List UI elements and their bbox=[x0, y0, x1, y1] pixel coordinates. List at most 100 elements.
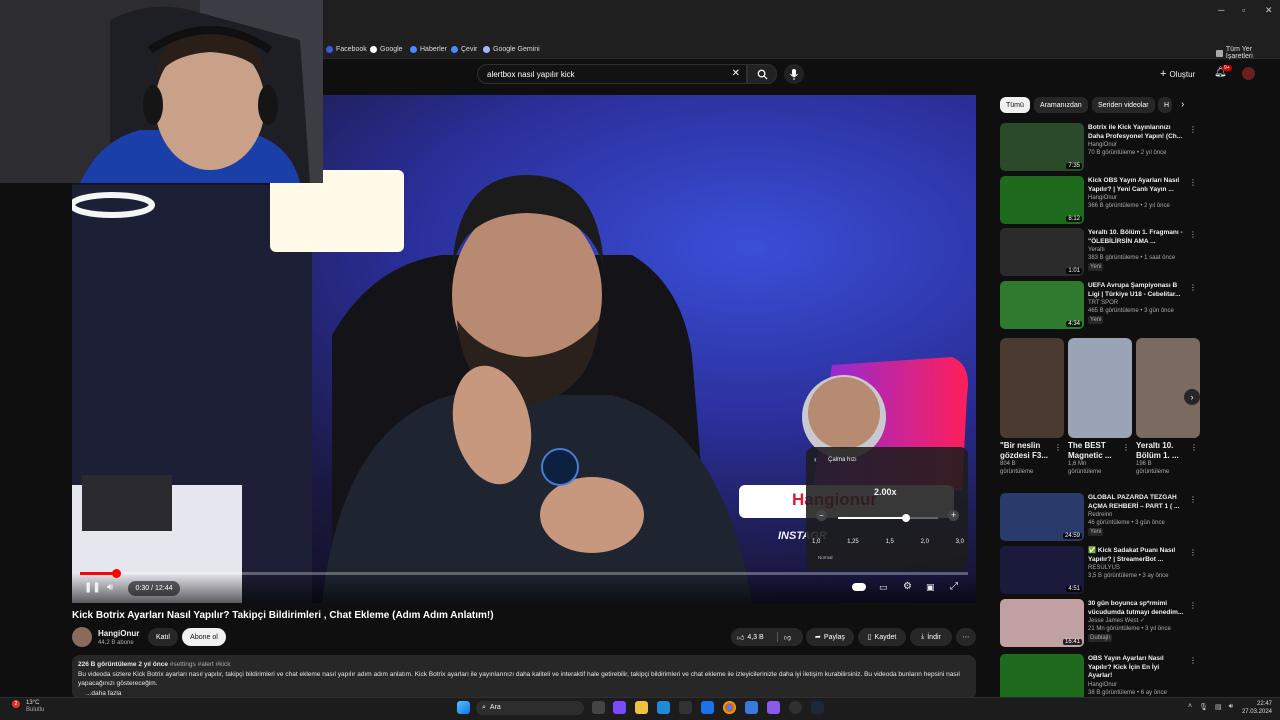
video-item-title[interactable]: Yeraltı 10. Bölüm 1. Fragmanı - "ÖLEBİLİ… bbox=[1088, 229, 1184, 246]
video-menu-icon[interactable]: ⋮ bbox=[1189, 125, 1197, 134]
short-title[interactable]: The BEST Magnetic ... bbox=[1068, 441, 1128, 460]
video-item-channel[interactable]: TRT SPOR bbox=[1088, 299, 1184, 307]
all-bookmarks[interactable]: Tüm Yer İşaretleri bbox=[1216, 46, 1280, 60]
video-thumbnail[interactable]: 4:34 bbox=[1000, 281, 1084, 329]
chips-next-chevron-icon[interactable]: › bbox=[1181, 99, 1184, 110]
chip-all[interactable]: Tümü bbox=[1000, 97, 1030, 113]
avatar[interactable] bbox=[1242, 67, 1255, 80]
video-item-channel[interactable]: Yeraltı bbox=[1088, 246, 1184, 254]
subtitles-icon[interactable]: ▭ bbox=[879, 582, 888, 593]
store-icon[interactable] bbox=[679, 701, 692, 714]
video-thumbnail[interactable]: 24:59 bbox=[1000, 493, 1084, 541]
video-item-title[interactable]: Kick OBS Yayın Ayarları Nasıl Yapılır? |… bbox=[1088, 177, 1184, 194]
edge-icon[interactable] bbox=[657, 701, 670, 714]
save-button[interactable]: ▯ Kaydet bbox=[858, 628, 906, 646]
weather-widget[interactable]: 2 13°C Bulutlu bbox=[6, 700, 44, 714]
volume-tray-icon[interactable]: 🔊︎ bbox=[1229, 703, 1233, 711]
progress-scrubber[interactable] bbox=[111, 569, 121, 578]
pause-icon[interactable]: ❚❚ bbox=[84, 582, 101, 593]
speed-preset-2[interactable]: 2,0 bbox=[921, 539, 929, 545]
close-window-icon[interactable]: ✕ bbox=[1265, 5, 1273, 16]
search-input[interactable]: alertbox nasıl yapılır kick ✕ bbox=[477, 64, 747, 84]
chip-more[interactable]: H bbox=[1158, 97, 1172, 113]
video-item-channel[interactable]: RESULYUS bbox=[1088, 564, 1184, 572]
speed-preset-15[interactable]: 1,5 bbox=[886, 539, 894, 545]
video-menu-icon[interactable]: ⋮ bbox=[1189, 495, 1197, 504]
video-menu-icon[interactable]: ⋮ bbox=[1189, 230, 1197, 239]
like-button[interactable]: 👍︎ 4,3 B bbox=[737, 633, 764, 642]
video-item-title[interactable]: GLOBAL PAZARDA TEZGAH AÇMA REHBERİ – PAR… bbox=[1088, 494, 1184, 511]
video-item-channel[interactable]: Redreinn bbox=[1088, 511, 1184, 519]
chip-series[interactable]: Seriden videolar bbox=[1092, 97, 1155, 113]
fullscreen-icon[interactable]: ⤢ bbox=[950, 581, 958, 592]
speed-preset-3[interactable]: 3,0 bbox=[956, 539, 964, 545]
teams-icon[interactable] bbox=[613, 701, 626, 714]
video-menu-icon[interactable]: ⋮ bbox=[1189, 178, 1197, 187]
create-button[interactable]: + Oluştur bbox=[1160, 68, 1195, 80]
chrome-icon[interactable] bbox=[723, 701, 736, 714]
minimize-icon[interactable]: ─ bbox=[1218, 5, 1224, 15]
file-explorer-icon[interactable] bbox=[635, 701, 648, 714]
notifications-button[interactable]: 🔔︎ 9+ bbox=[1214, 65, 1232, 78]
bookmark-haberler[interactable]: Haberler bbox=[410, 46, 447, 53]
video-item-title[interactable]: 30 gün boyunca sp*rmimi vücudumda tutmay… bbox=[1088, 600, 1184, 617]
miniplayer-icon[interactable]: ▣ bbox=[926, 582, 935, 593]
video-item-title[interactable]: ✅ Kick Sadakat Puanı Nasıl Yapılır? | St… bbox=[1088, 547, 1184, 564]
chip-from-search[interactable]: Aramanızdan bbox=[1034, 97, 1088, 113]
video-thumbnail[interactable]: 8:12 bbox=[1000, 176, 1084, 224]
video-thumbnail[interactable] bbox=[1000, 654, 1084, 702]
obs-icon[interactable] bbox=[789, 701, 802, 714]
description-box[interactable]: 226 B görüntüleme 2 yıl önce #settings #… bbox=[72, 655, 976, 700]
video-thumbnail[interactable]: 4:51 bbox=[1000, 546, 1084, 594]
tray-chevron-icon[interactable]: ˄ bbox=[1188, 703, 1192, 711]
video-menu-icon[interactable]: ⋮ bbox=[1189, 656, 1197, 665]
video-item-channel[interactable]: HangiOnur bbox=[1088, 194, 1184, 202]
autoplay-toggle[interactable] bbox=[852, 583, 866, 591]
taskbar-search[interactable]: ⌕ Ara bbox=[476, 701, 584, 715]
clock[interactable]: 22:47 27.03.2024 bbox=[1238, 700, 1272, 716]
short-thumbnail[interactable] bbox=[1000, 338, 1064, 438]
channel-name[interactable]: HangiOnur bbox=[98, 629, 139, 638]
video-item-channel[interactable]: HangiOnur bbox=[1088, 141, 1184, 149]
join-button[interactable]: Katıl bbox=[148, 628, 178, 646]
short-menu-icon[interactable]: ⋮ bbox=[1122, 443, 1130, 452]
video-item-title[interactable]: OBS Yayın Ayarları Nasıl Yapılır? Kick İ… bbox=[1088, 655, 1184, 681]
video-item-title[interactable]: UEFA Avrupa Şampiyonası B Ligi | Türkiye… bbox=[1088, 282, 1184, 299]
discord-icon[interactable] bbox=[767, 701, 780, 714]
video-item-channel[interactable]: Jesse James West ✓ bbox=[1088, 617, 1184, 625]
app-icon[interactable] bbox=[745, 701, 758, 714]
share-button[interactable]: ➦ Paylaş bbox=[806, 628, 854, 646]
more-actions-button[interactable]: ⋯ bbox=[956, 628, 976, 646]
bookmark-cevir[interactable]: Çevir bbox=[451, 46, 477, 53]
speed-increase-button[interactable]: + bbox=[948, 510, 959, 521]
download-button[interactable]: ⤓ İndir bbox=[910, 628, 952, 646]
video-thumbnail[interactable]: 7:35 bbox=[1000, 123, 1084, 171]
video-thumbnail[interactable]: 1:01 bbox=[1000, 228, 1084, 276]
steam-icon[interactable] bbox=[811, 701, 824, 714]
bookmark-google[interactable]: Google bbox=[370, 46, 403, 53]
progress-bar[interactable] bbox=[80, 572, 968, 575]
video-item-channel[interactable]: HangiOnur bbox=[1088, 681, 1184, 689]
voice-search-button[interactable] bbox=[784, 64, 804, 84]
network-icon[interactable]: ▤ bbox=[1215, 703, 1222, 711]
short-thumbnail[interactable] bbox=[1068, 338, 1132, 438]
speed-decrease-button[interactable]: − bbox=[816, 510, 827, 521]
subscribe-button[interactable]: Abone ol bbox=[182, 628, 226, 646]
mic-tray-icon[interactable]: 🎙︎ bbox=[1199, 703, 1208, 711]
windows-start-icon[interactable] bbox=[457, 701, 470, 714]
volume-icon[interactable]: 🔊︎ bbox=[107, 582, 113, 593]
speed-preset-1[interactable]: 1,0 bbox=[812, 539, 820, 545]
speed-preset-125[interactable]: 1,25 bbox=[847, 539, 859, 545]
settings-gear-icon[interactable]: ⚙ bbox=[903, 581, 912, 592]
bookmark-gemini[interactable]: Google Gemini bbox=[483, 46, 540, 53]
short-menu-icon[interactable]: ⋮ bbox=[1190, 443, 1198, 452]
video-menu-icon[interactable]: ⋮ bbox=[1189, 601, 1197, 610]
channel-avatar[interactable] bbox=[72, 627, 92, 647]
speed-slider-knob[interactable] bbox=[902, 514, 910, 522]
short-title[interactable]: "Bir neslin gözdesi F3... bbox=[1000, 441, 1060, 460]
back-chevron-icon[interactable]: ‹ bbox=[814, 455, 817, 464]
task-view-icon[interactable] bbox=[592, 701, 605, 714]
shorts-next-button[interactable]: › bbox=[1184, 389, 1200, 405]
short-thumbnail[interactable] bbox=[1136, 338, 1200, 438]
maximize-icon[interactable]: ▫ bbox=[1242, 5, 1245, 15]
